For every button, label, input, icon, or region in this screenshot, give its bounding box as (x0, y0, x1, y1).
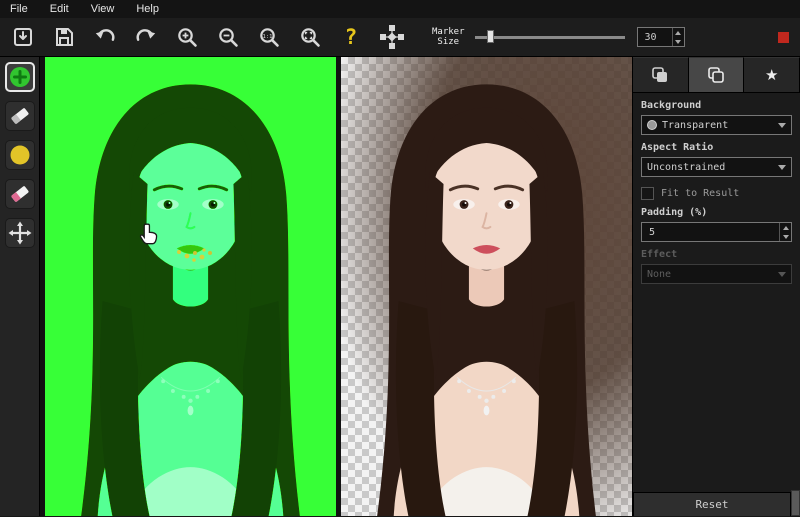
background-field: Background Transparent (633, 93, 800, 135)
layers-filled-icon (650, 65, 670, 85)
chevron-down-icon (778, 272, 786, 277)
hand-cursor-icon (138, 222, 160, 248)
red-color-swatch (778, 32, 789, 43)
slider-track[interactable] (475, 36, 625, 39)
marker-size-value: 30 (645, 32, 657, 43)
spinbox-arrows (779, 223, 791, 241)
box-down-arrow-icon (11, 25, 35, 49)
result-portrait-image (341, 57, 632, 516)
save-button[interactable] (49, 22, 79, 52)
pan-tool[interactable] (5, 218, 35, 248)
green-plus-circle-icon (8, 65, 32, 89)
menu-item-view[interactable]: View (91, 3, 115, 15)
markers-tab[interactable] (633, 57, 689, 92)
marker-eraser-tool[interactable] (5, 101, 35, 131)
menu-item-edit[interactable]: Edit (50, 3, 69, 15)
background-value: Transparent (662, 120, 728, 131)
favorites-tab[interactable]: ★ (744, 57, 800, 92)
import-button[interactable] (8, 22, 38, 52)
padding-label: Padding (%) (641, 207, 792, 218)
zoom-in-button[interactable] (172, 22, 202, 52)
canvas-result-image[interactable] (341, 57, 632, 516)
pink-eraser-icon (8, 182, 32, 206)
pink-eraser-tool[interactable] (5, 179, 35, 209)
triangle-up-icon (675, 31, 681, 35)
layers-outline-icon (706, 65, 726, 85)
triangle-down-icon (783, 235, 789, 239)
aspect-ratio-field: Aspect Ratio Unconstrained (633, 135, 800, 177)
effect-field: Effect None (633, 242, 800, 284)
tool-column (0, 57, 40, 516)
toolbar: 1:1 ? Marker Size 30 (0, 18, 800, 57)
panel-scrollbar[interactable] (791, 490, 800, 516)
spin-up-button[interactable] (673, 28, 684, 37)
chevron-down-icon (778, 123, 786, 128)
menu-item-file[interactable]: File (10, 3, 28, 15)
padding-field: Padding (%) 5 (633, 200, 800, 242)
triangle-down-icon (675, 40, 681, 44)
marker-size-slider[interactable] (475, 29, 625, 45)
zoom-fit-button[interactable] (295, 22, 325, 52)
floppy-disk-icon (52, 25, 76, 49)
canvas-original-image[interactable] (45, 57, 336, 516)
star-icon: ★ (765, 66, 778, 84)
layers-tab[interactable] (689, 57, 745, 92)
yellow-marker-tool[interactable] (5, 140, 35, 170)
undo-arrow-icon (93, 25, 117, 49)
segment-button[interactable] (377, 22, 407, 52)
transparent-swatch-icon (647, 120, 657, 130)
redo-button[interactable] (131, 22, 161, 52)
fit-to-result-label: Fit to Result (661, 188, 739, 199)
padding-up-button[interactable] (780, 223, 791, 232)
undo-button[interactable] (90, 22, 120, 52)
zoom-out-button[interactable] (213, 22, 243, 52)
background-dropdown[interactable]: Transparent (641, 115, 792, 135)
move-arrows-icon (8, 221, 32, 245)
marker-size-spinbox[interactable]: 30 (637, 27, 685, 47)
settings-panel: ★ Background Transparent Aspect Ratio Un… (632, 57, 800, 516)
aspect-ratio-label: Aspect Ratio (641, 142, 792, 153)
effect-label: Effect (641, 249, 792, 260)
zoom-actual-button[interactable]: 1:1 (254, 22, 284, 52)
main-area: ★ Background Transparent Aspect Ratio Un… (0, 57, 800, 516)
slider-thumb[interactable] (487, 30, 494, 43)
background-label: Background (641, 100, 792, 111)
canvas (40, 57, 632, 516)
padding-down-button[interactable] (780, 232, 791, 241)
fit-to-result-checkbox[interactable] (641, 187, 654, 200)
node-graph-icon (379, 24, 405, 50)
aspect-ratio-dropdown[interactable]: Unconstrained (641, 157, 792, 177)
marker-size-label: Marker Size (432, 27, 465, 47)
green-marker-tool[interactable] (5, 62, 35, 92)
aspect-ratio-value: Unconstrained (647, 162, 725, 173)
spinbox-arrows (672, 28, 684, 46)
padding-spinbox[interactable]: 5 (641, 222, 792, 242)
redo-arrow-icon (134, 25, 158, 49)
magnifier-minus-icon (216, 25, 240, 49)
padding-value: 5 (649, 227, 655, 238)
yellow-circle-icon (8, 143, 32, 167)
panel-tabs: ★ (633, 57, 800, 93)
effect-value: None (647, 269, 671, 280)
effect-dropdown: None (641, 264, 792, 284)
fit-to-result-row: Fit to Result (633, 177, 800, 200)
spin-down-button[interactable] (673, 37, 684, 46)
triangle-up-icon (783, 226, 789, 230)
chevron-down-icon (778, 165, 786, 170)
masked-portrait-image (45, 57, 336, 516)
svg-text:1:1: 1:1 (263, 34, 273, 40)
eraser-icon (8, 104, 32, 128)
help-button[interactable]: ? (336, 22, 366, 52)
magnifier-fit-icon (298, 25, 322, 49)
magnifier-one-to-one-icon: 1:1 (257, 25, 281, 49)
magnifier-plus-icon (175, 25, 199, 49)
reset-button[interactable]: Reset (633, 492, 791, 516)
menu-item-help[interactable]: Help (136, 3, 159, 15)
menu-bar: File Edit View Help (0, 0, 800, 18)
